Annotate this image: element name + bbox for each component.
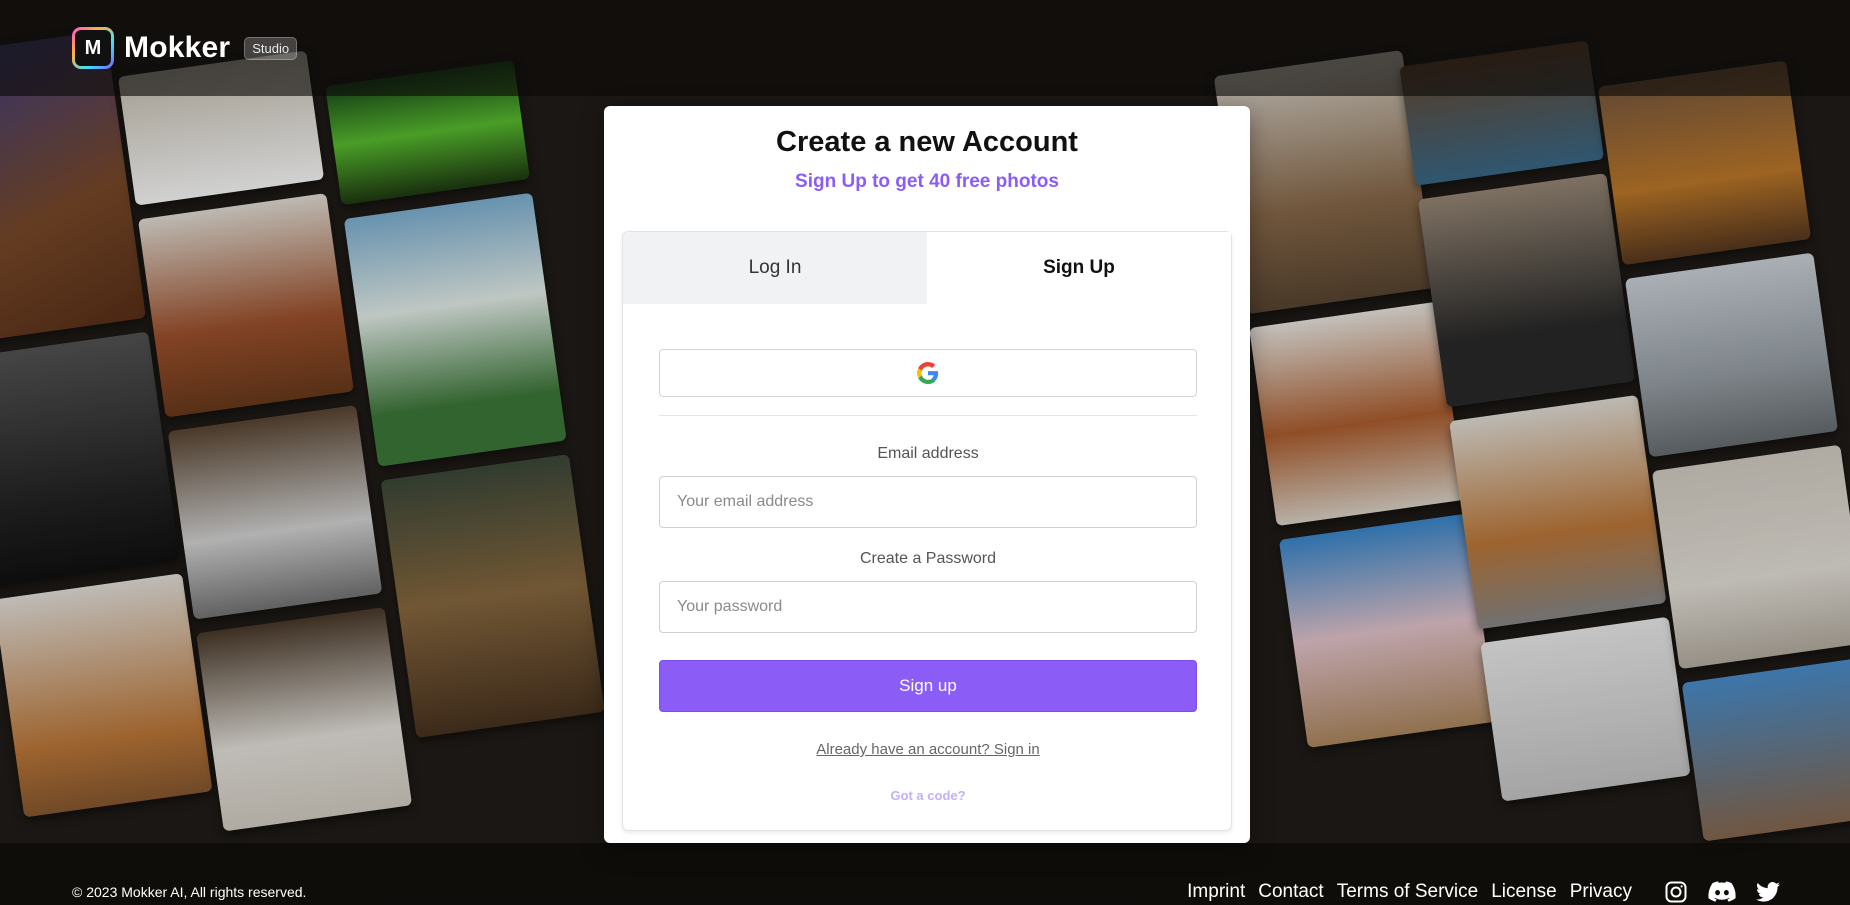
divider [659,415,1197,416]
footer-links: Imprint Contact Terms of Service License… [1187,881,1632,903]
brand-name[interactable]: Mokker [124,31,230,65]
email-label: Email address [877,445,979,462]
card-subtitle: Sign Up to get 40 free photos [795,171,1059,192]
instagram-icon[interactable] [1664,880,1688,904]
twitter-icon[interactable] [1756,882,1780,902]
discord-icon[interactable] [1708,881,1736,903]
sign-up-button[interactable]: Sign up [659,660,1197,712]
social-links [1664,880,1780,904]
sign-in-link[interactable]: Already have an account? Sign in [659,741,1197,758]
password-label: Create a Password [859,550,997,567]
email-field[interactable] [659,476,1197,528]
studio-badge: Studio [244,36,298,60]
tab-log-in[interactable]: Log In [623,232,927,304]
google-icon [917,362,939,384]
auth-panel: Log In Sign Up Email address Create a Pa… [622,231,1232,831]
logo-icon[interactable]: M [72,27,114,69]
footer-link-terms[interactable]: Terms of Service [1337,881,1478,903]
google-sign-in-button[interactable] [659,349,1197,397]
auth-tabs: Log In Sign Up [623,232,1231,304]
footer-link-contact[interactable]: Contact [1258,881,1323,903]
card-title: Create a new Account [776,126,1078,158]
tab-sign-up[interactable]: Sign Up [927,232,1231,304]
header: M Mokker Studio [72,27,298,69]
signup-card: Create a new Account Sign Up to get 40 f… [604,106,1250,843]
footer-link-privacy[interactable]: Privacy [1570,881,1632,903]
footer-link-imprint[interactable]: Imprint [1187,881,1245,903]
password-field[interactable] [659,581,1197,633]
got-a-code-link[interactable]: Got a code? [659,788,1197,803]
footer-link-license[interactable]: License [1491,881,1557,903]
copyright-text: © 2023 Mokker AI, All rights reserved. [72,884,307,900]
